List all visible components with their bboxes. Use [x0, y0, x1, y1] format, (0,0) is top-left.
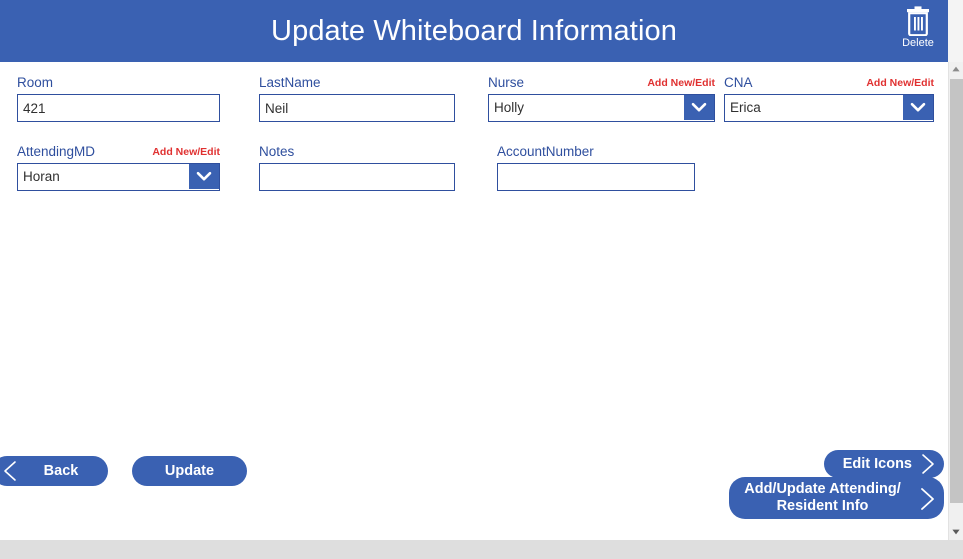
nurse-dropdown[interactable]: Holly	[488, 94, 715, 122]
chevron-down-icon[interactable]	[684, 95, 714, 120]
chevron-down-icon[interactable]	[903, 95, 933, 120]
caret-up-icon	[952, 66, 960, 72]
cna-add-new-edit-link[interactable]: Add New/Edit	[866, 75, 934, 91]
field-nurse: Nurse Add New/Edit Holly	[488, 75, 715, 122]
delete-button-label: Delete	[902, 37, 934, 49]
add-update-attending-label-line2: Resident Info	[776, 498, 869, 514]
field-room: Room	[17, 75, 220, 122]
lastname-input[interactable]	[259, 94, 455, 122]
edit-icons-button[interactable]: Edit Icons	[824, 450, 944, 478]
field-lastname: LastName	[259, 75, 455, 122]
caret-down-icon	[952, 529, 960, 535]
chevron-down-icon[interactable]	[189, 164, 219, 189]
update-button-label: Update	[164, 463, 215, 479]
field-attendingmd: AttendingMD Add New/Edit Horan	[17, 144, 220, 191]
form-area: Room LastName Nurse Add New/Edit Holly	[0, 62, 948, 540]
footer-resize-corner	[948, 540, 963, 559]
delete-button[interactable]: Delete	[892, 2, 944, 60]
window-footer	[0, 540, 963, 559]
field-cna: CNA Add New/Edit Erica	[724, 75, 934, 122]
chevron-right-icon	[922, 454, 934, 474]
scrollbar-thumb[interactable]	[950, 79, 963, 503]
field-accountnumber: AccountNumber	[497, 144, 695, 191]
page-header: Update Whiteboard Information Delete	[0, 0, 948, 62]
back-button[interactable]: Back	[0, 456, 108, 486]
trash-icon	[907, 6, 929, 36]
accountnumber-input[interactable]	[497, 163, 695, 191]
attendingmd-add-new-edit-link[interactable]: Add New/Edit	[152, 144, 220, 160]
field-notes: Notes	[259, 144, 455, 191]
room-input[interactable]	[17, 94, 220, 122]
nurse-add-new-edit-link[interactable]: Add New/Edit	[647, 75, 715, 91]
attendingmd-dropdown[interactable]: Horan	[17, 163, 220, 191]
attendingmd-dropdown-value: Horan	[23, 169, 60, 184]
page-title: Update Whiteboard Information	[271, 15, 677, 47]
add-update-attending-label-line1: Add/Update Attending/	[744, 481, 901, 497]
field-label-room: Room	[17, 75, 54, 90]
scroll-down-button[interactable]	[949, 525, 963, 540]
field-label-accountnumber: AccountNumber	[497, 144, 594, 159]
cna-dropdown-value: Erica	[730, 100, 761, 115]
field-label-notes: Notes	[259, 144, 295, 159]
notes-input[interactable]	[259, 163, 455, 191]
edit-icons-button-label: Edit Icons	[842, 456, 912, 472]
update-whiteboard-window: Update Whiteboard Information Delete Roo…	[0, 0, 963, 559]
window-right-gutter-top	[948, 0, 963, 62]
add-update-attending-resident-button[interactable]: Add/Update Attending/ Resident Info	[729, 477, 944, 519]
scroll-up-button[interactable]	[949, 62, 963, 77]
field-label-lastname: LastName	[259, 75, 321, 90]
update-button[interactable]: Update	[132, 456, 247, 486]
chevron-right-icon	[921, 488, 934, 510]
cna-dropdown[interactable]: Erica	[724, 94, 934, 122]
vertical-scrollbar[interactable]	[948, 62, 963, 540]
chevron-left-icon	[4, 461, 16, 481]
nurse-dropdown-value: Holly	[494, 100, 525, 115]
back-button-label: Back	[43, 463, 79, 479]
